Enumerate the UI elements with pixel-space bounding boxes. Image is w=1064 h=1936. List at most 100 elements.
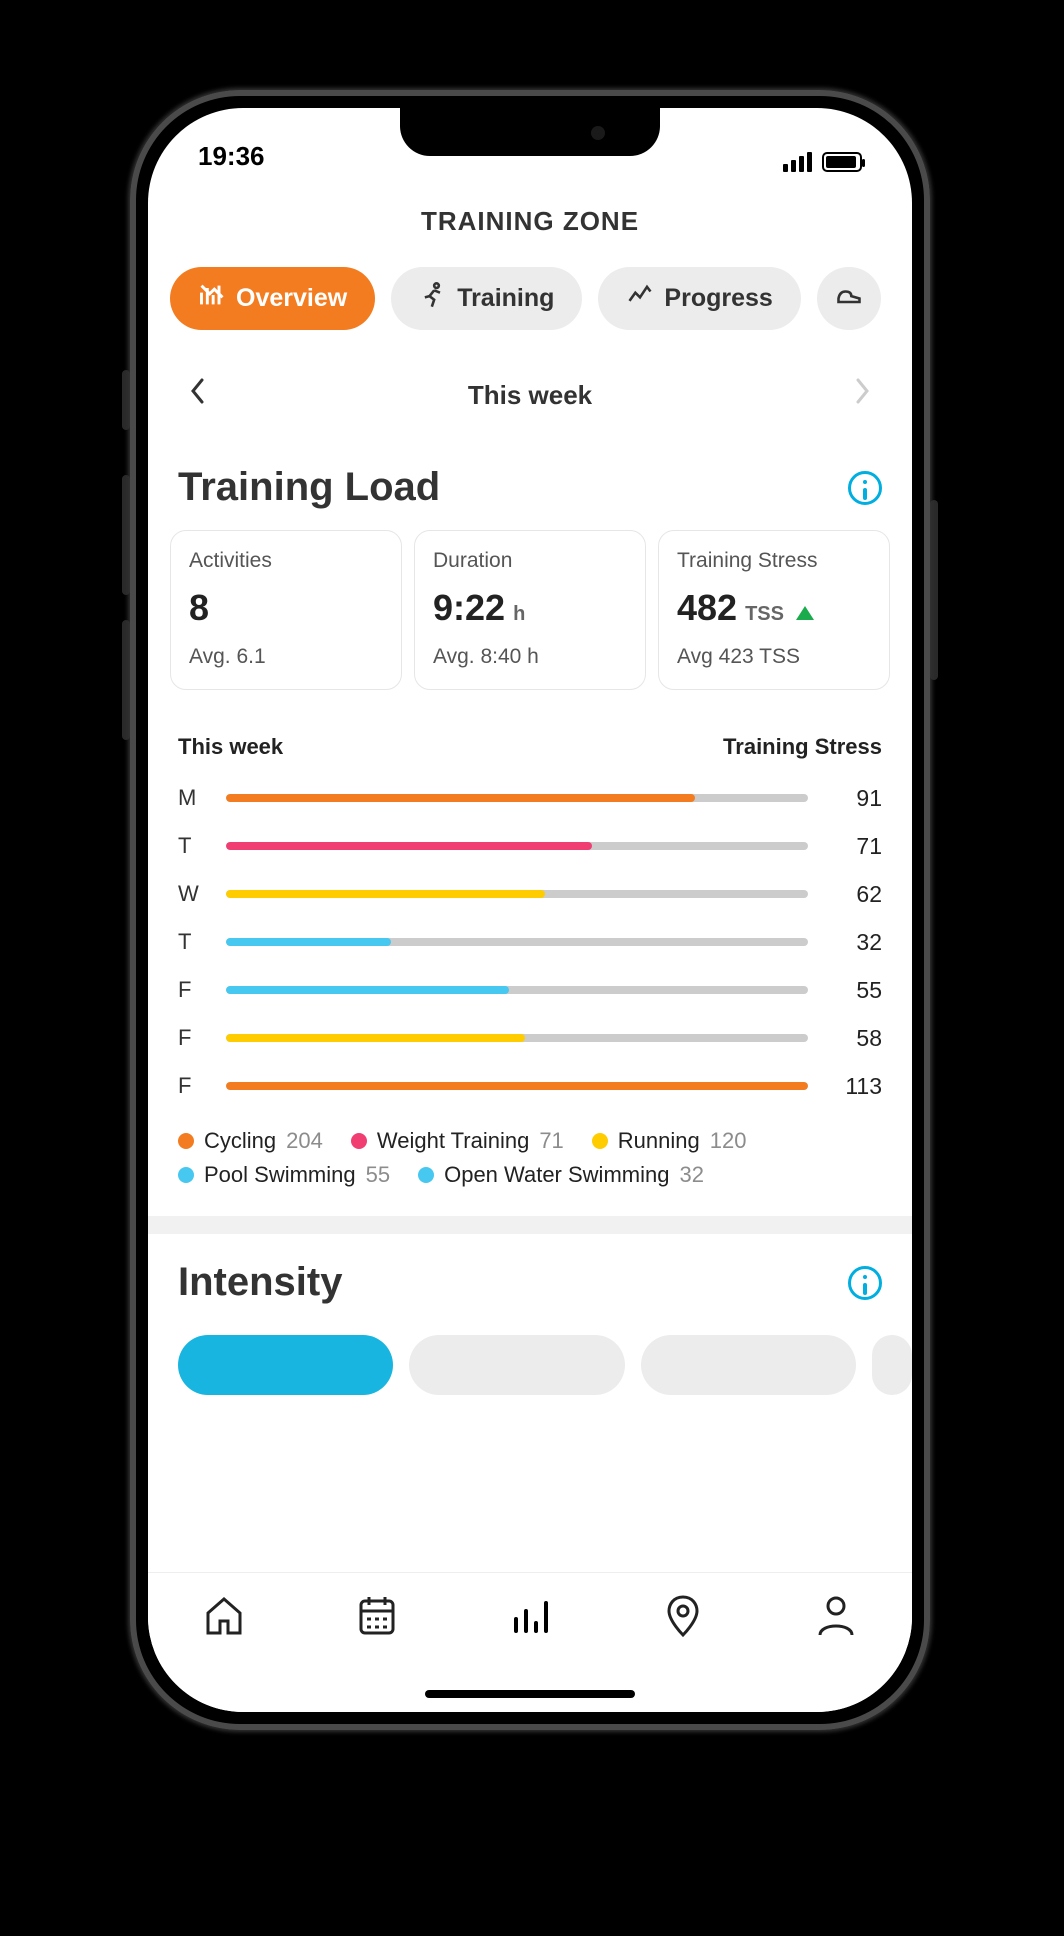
stat-cards: Activities 8 Avg. 6.1 Duration 9:22 h Av… bbox=[148, 530, 912, 690]
nav-home[interactable] bbox=[199, 1591, 249, 1644]
chart-value: 32 bbox=[828, 929, 882, 956]
chart-bar bbox=[226, 842, 808, 850]
tab-training[interactable]: Training bbox=[391, 267, 582, 330]
tab-overview[interactable]: Overview bbox=[170, 267, 375, 330]
page-header: TRAINING ZONE bbox=[148, 178, 912, 255]
intensity-pill[interactable] bbox=[872, 1335, 912, 1395]
chart-value: 58 bbox=[828, 1025, 882, 1052]
trend-icon bbox=[626, 281, 654, 316]
nav-profile[interactable] bbox=[811, 1591, 861, 1644]
trend-up-icon bbox=[796, 606, 814, 620]
legend-value: 32 bbox=[679, 1162, 703, 1188]
legend-value: 71 bbox=[539, 1128, 563, 1154]
training-stress-chart: M91 T 71 W 62 T 32 F 55 F 58 F113 bbox=[148, 774, 912, 1110]
legend-value: 55 bbox=[366, 1162, 390, 1188]
page-title: TRAINING ZONE bbox=[148, 206, 912, 237]
card-duration-avg: Avg. 8:40 h bbox=[433, 645, 627, 669]
nav-location[interactable] bbox=[658, 1591, 708, 1644]
card-duration-label: Duration bbox=[433, 549, 627, 573]
legend-name: Running bbox=[618, 1128, 700, 1154]
card-stress-value: 482 bbox=[677, 587, 737, 629]
chart-day-label: M bbox=[178, 785, 206, 811]
card-stress-avg: Avg 423 TSS bbox=[677, 645, 871, 669]
training-load-title: Training Load bbox=[178, 465, 440, 510]
cell-signal-icon bbox=[783, 152, 812, 172]
intensity-pill[interactable] bbox=[409, 1335, 624, 1395]
legend-name: Weight Training bbox=[377, 1128, 529, 1154]
chart-value: 71 bbox=[828, 833, 882, 860]
chart-row: M91 bbox=[178, 774, 882, 822]
tab-more[interactable] bbox=[817, 267, 881, 330]
chart-bar bbox=[226, 938, 808, 946]
chart-day-label: T bbox=[178, 929, 206, 955]
tab-training-label: Training bbox=[457, 284, 554, 313]
chart-row: F 58 bbox=[178, 1014, 882, 1062]
chart-day-label: W bbox=[178, 881, 206, 907]
legend-dot-icon bbox=[592, 1133, 608, 1149]
intensity-pill[interactable] bbox=[641, 1335, 856, 1395]
chart-row: T 71 bbox=[178, 822, 882, 870]
chart-bar bbox=[226, 986, 808, 994]
card-activities-avg: Avg. 6.1 bbox=[189, 645, 383, 669]
intensity-pill-active[interactable] bbox=[178, 1335, 393, 1395]
card-stress[interactable]: Training Stress 482 TSS Avg 423 TSS bbox=[658, 530, 890, 690]
battery-icon bbox=[822, 152, 862, 172]
chart-day-label: T bbox=[178, 833, 206, 859]
legend-dot-icon bbox=[178, 1133, 194, 1149]
chart-head-left: This week bbox=[178, 734, 283, 760]
card-activities-value: 8 bbox=[189, 587, 209, 629]
week-navigator: This week bbox=[148, 342, 912, 423]
prev-week-button[interactable] bbox=[188, 376, 208, 415]
card-stress-unit: TSS bbox=[745, 603, 784, 626]
week-label: This week bbox=[468, 380, 592, 411]
chart-day-label: F bbox=[178, 1025, 206, 1051]
chart-row: T 32 bbox=[178, 918, 882, 966]
chart-value: 62 bbox=[828, 881, 882, 908]
legend-dot-icon bbox=[351, 1133, 367, 1149]
chart-legend: Cycling 204 Weight Training 71 Running 120… bbox=[148, 1110, 912, 1200]
next-week-button[interactable] bbox=[852, 376, 872, 415]
status-time: 19:36 bbox=[198, 141, 265, 172]
nav-stats[interactable] bbox=[505, 1591, 555, 1644]
training-load-header: Training Load bbox=[148, 423, 912, 530]
home-indicator bbox=[425, 1690, 635, 1698]
chart-header: This week Training Stress bbox=[148, 690, 912, 774]
intensity-tabs bbox=[148, 1325, 912, 1395]
legend-value: 120 bbox=[710, 1128, 747, 1154]
card-activities[interactable]: Activities 8 Avg. 6.1 bbox=[170, 530, 402, 690]
legend-item: Pool Swimming 55 bbox=[178, 1162, 390, 1188]
legend-item: Open Water Swimming 32 bbox=[418, 1162, 704, 1188]
chart-value: 113 bbox=[828, 1073, 882, 1100]
card-duration-unit: h bbox=[513, 603, 525, 626]
legend-name: Cycling bbox=[204, 1128, 276, 1154]
info-icon[interactable] bbox=[848, 1266, 882, 1300]
chart-head-right: Training Stress bbox=[723, 734, 882, 760]
chart-row: F113 bbox=[178, 1062, 882, 1110]
chart-day-label: F bbox=[178, 977, 206, 1003]
tab-overview-label: Overview bbox=[236, 284, 347, 313]
chart-bar bbox=[226, 794, 808, 802]
legend-dot-icon bbox=[178, 1167, 194, 1183]
info-icon[interactable] bbox=[848, 471, 882, 505]
chart-bar bbox=[226, 1082, 808, 1090]
legend-item: Cycling 204 bbox=[178, 1128, 323, 1154]
intensity-header: Intensity bbox=[148, 1234, 912, 1325]
nav-calendar[interactable] bbox=[352, 1591, 402, 1644]
chart-bar bbox=[226, 890, 808, 898]
card-duration-value: 9:22 bbox=[433, 587, 505, 629]
chart-up-icon bbox=[198, 281, 226, 316]
tab-progress[interactable]: Progress bbox=[598, 267, 800, 330]
chart-value: 55 bbox=[828, 977, 882, 1004]
legend-name: Open Water Swimming bbox=[444, 1162, 669, 1188]
legend-item: Running 120 bbox=[592, 1128, 747, 1154]
intensity-title: Intensity bbox=[178, 1260, 342, 1305]
section-tabs: Overview Training bbox=[148, 255, 912, 342]
shoe-icon bbox=[835, 281, 863, 316]
chart-bar bbox=[226, 1034, 808, 1042]
tab-progress-label: Progress bbox=[664, 284, 772, 313]
section-divider bbox=[148, 1216, 912, 1234]
card-duration[interactable]: Duration 9:22 h Avg. 8:40 h bbox=[414, 530, 646, 690]
chart-row: F 55 bbox=[178, 966, 882, 1014]
bottom-nav bbox=[148, 1572, 912, 1712]
running-icon bbox=[419, 281, 447, 316]
